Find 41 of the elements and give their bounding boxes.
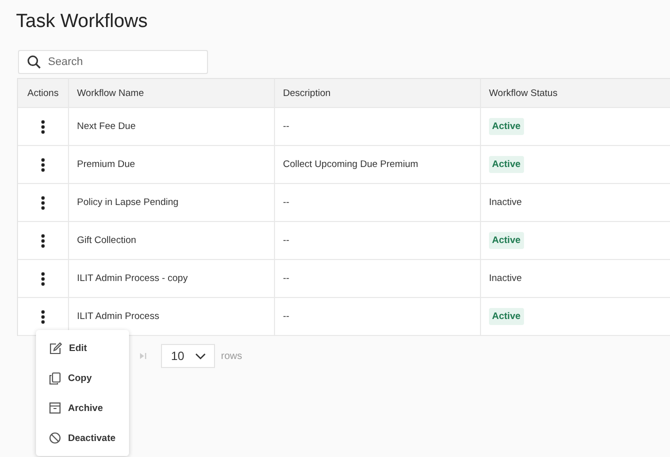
more-icon[interactable] [41,272,45,286]
table-cell: -- [283,197,290,208]
status-badge: Active [489,308,524,325]
column-header: Actions [18,79,69,107]
status-text: Inactive [489,273,522,284]
copy-icon [49,372,61,384]
chevron-down-icon [195,352,206,360]
table-cell: -- [283,235,290,246]
archive-icon [49,402,61,414]
status-badge: Active [489,156,524,173]
search-field[interactable]: Search [18,50,208,74]
pencil-icon [49,342,62,354]
table-cell: Gift Collection [77,235,136,246]
status-text: Inactive [489,197,522,208]
more-icon[interactable] [41,234,45,248]
table-cell: Policy in Lapse Pending [77,197,178,208]
rows-label: rows [221,350,242,362]
column-header: Workflow Status [488,86,558,100]
status-badge: Active [489,232,524,249]
menu-item[interactable]: Copy [36,363,129,393]
table-cell: ILIT Admin Process - copy [77,273,188,284]
menu-item[interactable]: Deactivate [36,423,129,453]
table-cell: Collect Upcoming Due Premium [283,159,418,170]
more-icon[interactable] [41,310,45,324]
table-cell: -- [283,273,290,284]
status-badge: Active [489,118,524,135]
page-size-select[interactable]: 10 [161,344,215,368]
table-cell: -- [283,121,290,132]
column-header: Description [275,79,481,107]
page-title: Task Workflows [16,11,149,34]
column-header: Workflow Name [69,79,275,107]
more-icon[interactable] [41,120,45,134]
table-cell: ILIT Admin Process [77,311,160,322]
table-cell: Next Fee Due [77,121,136,132]
more-icon[interactable] [41,196,45,210]
menu-item[interactable]: Edit [36,333,129,363]
more-icon[interactable] [41,158,45,172]
table-cell: Premium Due [77,159,136,170]
menu-item[interactable]: Archive [36,393,129,423]
table-cell: -- [283,311,290,322]
prohibited-icon [49,432,61,444]
